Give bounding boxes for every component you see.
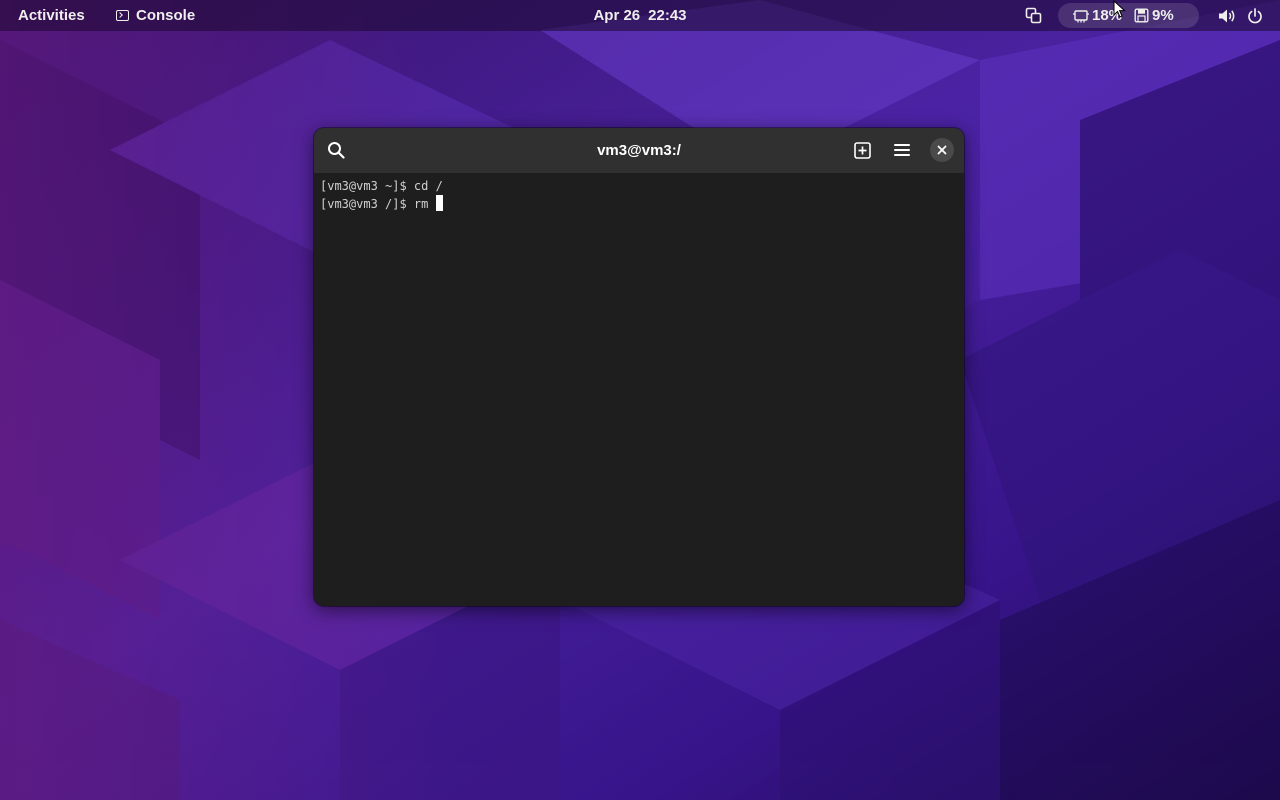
memory-stat: 9% — [1134, 7, 1174, 24]
clock-date: Apr 26 — [593, 7, 641, 24]
app-menu-label: Console — [136, 7, 196, 24]
search-icon — [328, 142, 345, 159]
app-menu-button[interactable]: Console — [116, 0, 195, 31]
terminal-line-text: [vm3@vm3 /]$ rm — [320, 197, 436, 211]
close-button[interactable] — [930, 138, 954, 162]
volume-icon[interactable] — [1217, 0, 1237, 31]
memory-icon — [1134, 8, 1149, 23]
terminal-icon — [116, 10, 129, 21]
close-icon — [937, 145, 947, 155]
text-cursor — [435, 195, 443, 211]
terminal-line: [vm3@vm3 ~]$ cd / — [320, 179, 443, 193]
clock-time: 22:43 — [648, 7, 687, 24]
cpu-icon — [1073, 9, 1089, 22]
window-title: vm3@vm3:/ — [597, 142, 681, 159]
terminal-prompt-line: [vm3@vm3 /]$ rm — [320, 195, 958, 213]
activities-button[interactable]: Activities — [18, 0, 85, 31]
new-tab-button[interactable] — [848, 136, 876, 164]
window-switcher-icon[interactable] — [1023, 0, 1043, 31]
new-tab-icon — [853, 141, 871, 159]
search-button[interactable] — [322, 136, 350, 164]
system-monitor-indicator[interactable]: 18% 9% — [1058, 3, 1199, 28]
terminal-headerbar[interactable]: vm3@vm3:/ — [314, 128, 964, 173]
hamburger-menu-icon — [894, 144, 910, 156]
activities-label: Activities — [18, 7, 85, 24]
terminal-output[interactable]: [vm3@vm3 ~]$ cd / [vm3@vm3 /]$ rm — [314, 173, 964, 606]
top-panel: Activities Console Apr 26 22:43 18% 9% — [0, 0, 1280, 31]
power-icon[interactable] — [1245, 0, 1265, 31]
terminal-window[interactable]: vm3@vm3:/ [vm3@vm3 ~]$ cd / [vm3@vm3 /]$… — [314, 128, 964, 606]
memory-usage: 9% — [1152, 7, 1174, 24]
main-menu-button[interactable] — [888, 136, 916, 164]
mouse-pointer-icon — [1113, 0, 1126, 18]
